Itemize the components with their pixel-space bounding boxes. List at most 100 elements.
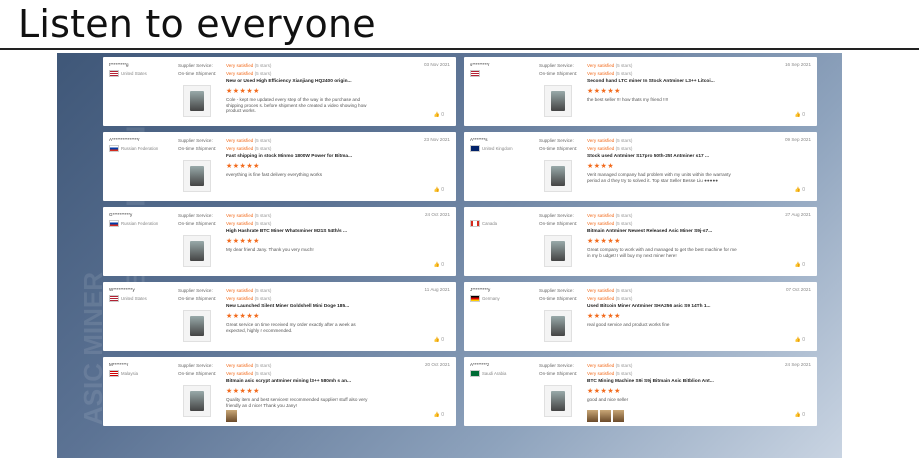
buyer-country: Malaysia xyxy=(109,370,138,377)
product-thumbnail[interactable] xyxy=(544,160,572,192)
review-comment: Verit managed company had problem with m… xyxy=(587,172,731,183)
star-rating: ★★★★★ xyxy=(587,313,621,320)
rating-text: Very satisfied xyxy=(587,213,615,218)
product-link[interactable]: Second hand LTC miner In Stock Antminer … xyxy=(587,79,715,84)
buyer-country xyxy=(470,70,482,77)
country-name: Saudi Arabia xyxy=(482,371,507,376)
rating-stars-text: (5 stars) xyxy=(614,146,633,151)
product-link[interactable]: High Hashrate BTC Miner Whatsminer M21S … xyxy=(226,229,347,234)
star-rating: ★★★★★ xyxy=(226,88,260,95)
rating-stars-text: (5 stars) xyxy=(253,138,272,143)
product-link[interactable]: New or Used High Efficiency Xianjiang HQ… xyxy=(226,79,352,84)
product-thumbnail[interactable] xyxy=(544,385,572,417)
buyer-country: Russian Federation xyxy=(109,145,158,152)
rating-values: Very satisfied (5 stars) Very satisfied (… xyxy=(226,212,271,228)
star-rating: ★★★★ xyxy=(587,163,615,170)
rating-stars-text: (5 stars) xyxy=(614,63,633,68)
star-rating: ★★★★★ xyxy=(226,163,260,170)
rating-labels: Supplier Service: On-time Shipment: xyxy=(178,137,216,153)
rating-labels: Supplier Service: On-time Shipment: xyxy=(178,212,216,228)
review-comment: Quality item and best services! recommen… xyxy=(226,397,368,408)
review-photo[interactable] xyxy=(613,410,624,422)
product-link[interactable]: Stock used Antminer S17pro 50th-25t Antm… xyxy=(587,154,709,159)
review-card: A********z Saudi Arabia Supplier Service: O… xyxy=(464,357,817,426)
product-thumbnail[interactable] xyxy=(544,85,572,117)
buyer-name: G**********y xyxy=(109,212,133,217)
rating-stars-text: (5 stars) xyxy=(253,213,272,218)
like-button[interactable]: 👍 0 xyxy=(434,337,444,343)
product-link[interactable]: BTC Mining Machine S9i S9j Bitmain Asic … xyxy=(587,379,714,384)
like-button[interactable]: 👍 0 xyxy=(434,112,444,118)
rating-text: Very satisfied xyxy=(587,296,615,301)
miner-image xyxy=(190,316,204,336)
buyer-country: Canada xyxy=(470,220,497,227)
product-link[interactable]: Fast shipping in stock Minmo 1800W Power… xyxy=(226,154,352,159)
rating-text: Very satisfied xyxy=(226,221,254,226)
like-button[interactable]: 👍 0 xyxy=(795,412,805,418)
review-date: 23 Nov 2021 xyxy=(423,137,450,142)
supplier-service-label: Supplier Service: xyxy=(539,363,574,368)
buyer-country: Germany xyxy=(470,295,500,302)
rating-stars-text: (5 stars) xyxy=(253,71,272,76)
rating-text: Very satisfied xyxy=(587,221,615,226)
review-photo[interactable] xyxy=(600,410,611,422)
rating-stars-text: (5 stars) xyxy=(614,363,633,368)
ontime-shipment-label: On-time Shipment: xyxy=(178,296,217,301)
like-button[interactable]: 👍 0 xyxy=(434,262,444,268)
miner-image xyxy=(551,166,565,186)
rating-labels: Supplier Service: On-time Shipment: xyxy=(539,287,577,303)
product-link[interactable]: Bitmain asic scrypt antminer mining l3++… xyxy=(226,379,351,384)
buyer-name: A*******s xyxy=(470,137,488,142)
rating-text: Very satisfied xyxy=(226,288,254,293)
product-link[interactable]: Used Bitcoin Miner Antminer SHA256 asic … xyxy=(587,304,711,309)
review-photo[interactable] xyxy=(226,410,237,422)
product-thumbnail[interactable] xyxy=(183,235,211,267)
rating-labels: Supplier Service: On-time Shipment: xyxy=(178,62,216,78)
rating-value: Very satisfied (5 stars) xyxy=(226,145,271,153)
buyer-name: M********r xyxy=(109,362,129,367)
review-date: 27 Aug 2021 xyxy=(785,212,811,217)
ontime-shipment-label: On-time Shipment: xyxy=(539,71,578,76)
product-link[interactable]: New Launched Silent Miner Goldshell Mini… xyxy=(226,304,349,309)
country-flag-icon xyxy=(470,295,480,302)
review-card: A*******s United Kingdom Supplier Service:… xyxy=(464,132,817,201)
rating-text: Very satisfied xyxy=(587,63,615,68)
supplier-service-label: Supplier Service: xyxy=(539,63,574,68)
product-thumbnail[interactable] xyxy=(544,235,572,267)
rating-text: Very satisfied xyxy=(226,371,254,376)
product-thumbnail[interactable] xyxy=(183,160,211,192)
product-link[interactable]: Bitmain Antminer Newest Released Asic Mi… xyxy=(587,229,712,234)
like-button[interactable]: 👍 0 xyxy=(795,262,805,268)
product-thumbnail[interactable] xyxy=(183,85,211,117)
review-comment: everything is fine fast delivery everyth… xyxy=(226,172,322,177)
rating-stars-text: (5 stars) xyxy=(614,71,633,76)
product-thumbnail[interactable] xyxy=(183,310,211,342)
rating-value: Very satisfied (5 stars) xyxy=(226,287,271,295)
like-button[interactable]: 👍 0 xyxy=(795,337,805,343)
country-flag-icon xyxy=(109,145,119,152)
review-date: 07 Oct 2021 xyxy=(785,287,811,292)
buyer-country: United Kingdom xyxy=(470,145,513,152)
review-date: 24 Oct 2021 xyxy=(424,212,450,217)
rating-value: Very satisfied (5 stars) xyxy=(226,70,271,78)
like-button[interactable]: 👍 0 xyxy=(795,112,805,118)
country-name: Germany xyxy=(482,296,500,301)
country-name: United States xyxy=(121,71,147,76)
like-button[interactable]: 👍 0 xyxy=(434,187,444,193)
review-photo[interactable] xyxy=(587,410,598,422)
product-thumbnail[interactable] xyxy=(183,385,211,417)
country-name: Russian Federation xyxy=(121,146,159,151)
like-button[interactable]: 👍 0 xyxy=(795,187,805,193)
rating-labels: Supplier Service: On-time Shipment: xyxy=(178,287,216,303)
like-button[interactable]: 👍 0 xyxy=(434,412,444,418)
review-date: 03 Nov 2021 xyxy=(423,62,450,67)
rating-values: Very satisfied (5 stars) Very satisfied (… xyxy=(587,362,632,378)
review-date: 24 Sep 2021 xyxy=(784,362,811,367)
product-thumbnail[interactable] xyxy=(544,310,572,342)
rating-value: Very satisfied (5 stars) xyxy=(587,145,632,153)
review-card: M********r Malaysia Supplier Service: On-ti… xyxy=(103,357,456,426)
miner-image xyxy=(551,91,565,111)
rating-values: Very satisfied (5 stars) Very satisfied (… xyxy=(587,62,632,78)
review-photos xyxy=(226,410,237,422)
rating-labels: Supplier Service: On-time Shipment: xyxy=(178,362,216,378)
